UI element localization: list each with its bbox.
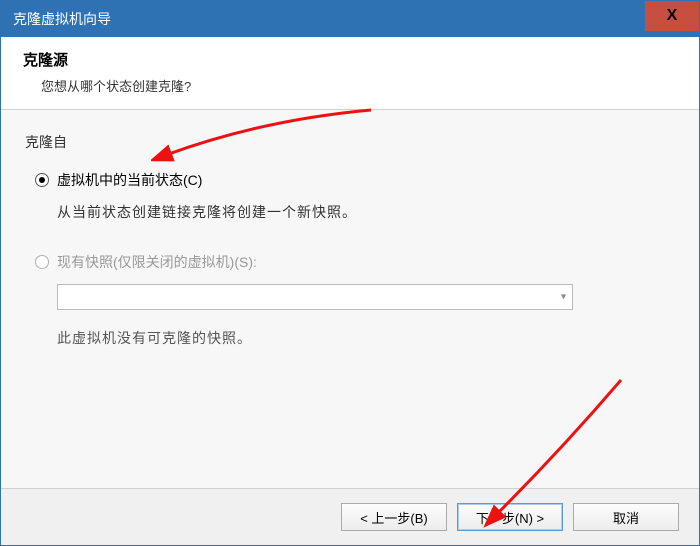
page-subtitle: 您想从哪个状态创建克隆?	[41, 76, 677, 95]
wizard-content: 克隆自 虚拟机中的当前状态(C) 从当前状态创建链接克隆将创建一个新快照。 现有…	[1, 110, 699, 489]
wizard-window: 克隆虚拟机向导 X 克隆源 您想从哪个状态创建克隆? 克隆自 虚拟机中的当前状态…	[0, 0, 700, 546]
group-label: 克隆自	[25, 132, 675, 152]
window-title: 克隆虚拟机向导	[13, 9, 111, 29]
snapshot-select[interactable]: ▾	[57, 284, 573, 310]
cancel-button[interactable]: 取消	[573, 503, 679, 531]
radio-existing-snapshot-label: 现有快照(仅限关闭的虚拟机)(S):	[57, 252, 257, 272]
titlebar: 克隆虚拟机向导 X	[1, 1, 699, 37]
back-button[interactable]: < 上一步(B)	[341, 503, 447, 531]
radio-icon	[35, 173, 49, 187]
chevron-down-icon: ▾	[561, 292, 566, 303]
close-icon: X	[667, 7, 678, 25]
existing-snapshot-desc: 此虚拟机没有可克隆的快照。	[57, 328, 675, 348]
radio-icon	[35, 255, 49, 269]
wizard-footer: < 上一步(B) 下一步(N) > 取消	[1, 489, 699, 545]
close-button[interactable]: X	[645, 1, 699, 31]
current-state-desc: 从当前状态创建链接克隆将创建一个新快照。	[57, 202, 675, 222]
radio-current-state[interactable]: 虚拟机中的当前状态(C)	[35, 170, 675, 190]
wizard-header: 克隆源 您想从哪个状态创建克隆?	[1, 37, 699, 110]
radio-existing-snapshot[interactable]: 现有快照(仅限关闭的虚拟机)(S):	[35, 252, 675, 272]
page-title: 克隆源	[23, 49, 677, 70]
next-button[interactable]: 下一步(N) >	[457, 503, 563, 531]
radio-current-state-label: 虚拟机中的当前状态(C)	[57, 170, 202, 190]
